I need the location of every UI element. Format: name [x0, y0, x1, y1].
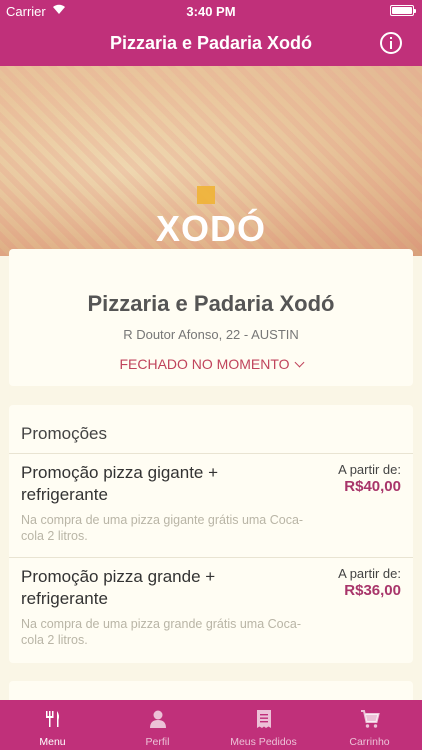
tab-label: Meus Pedidos	[230, 736, 297, 748]
promotions-heading: Promoções	[21, 424, 107, 443]
tab-menu[interactable]: Menu	[0, 700, 105, 750]
store-status-label: FECHADO NO MOMENTO	[119, 356, 290, 372]
receipt-icon	[257, 710, 271, 728]
fork-knife-icon	[46, 711, 59, 727]
promotion-name: Promoção pizza gigante + refrigerante	[21, 463, 219, 504]
tab-label: Perfil	[145, 736, 170, 748]
store-name: Pizzaria e Padaria Xodó	[87, 291, 335, 316]
promotion-price: R$40,00	[344, 478, 401, 495]
info-icon[interactable]	[380, 32, 402, 54]
logo-mark	[197, 186, 215, 204]
store-address: R Doutor Afonso, 22 - AUSTIN	[123, 327, 299, 342]
hero-banner: XODÓ	[0, 66, 422, 256]
page-title: Pizzaria e Padaria Xodó	[109, 33, 313, 53]
tab-label: Carrinho	[349, 736, 390, 748]
store-status-toggle[interactable]: FECHADO NO MOMENTO	[9, 356, 413, 372]
clock: 3:40 PM	[186, 4, 236, 19]
tab-bar: Menu Perfil Meus Pedidos Carrinho	[0, 700, 422, 750]
store-info-card: Pizzaria e Padaria Xodó R Doutor Afonso,…	[9, 249, 413, 386]
chevron-down-icon	[294, 357, 304, 368]
status-bar: Carrier 3:40 PM	[0, 0, 422, 22]
promotion-from-label: A partir de:	[338, 566, 401, 581]
tab-carrinho[interactable]: Carrinho	[317, 700, 422, 750]
promotion-name: Promoção pizza grande + refrigerante	[21, 567, 216, 608]
tab-perfil[interactable]: Perfil	[105, 700, 210, 750]
promotion-description: Na compra de uma pizza gigante grátis um…	[21, 513, 304, 543]
promotion-item[interactable]: Promoção pizza grande + refrigerante A p…	[9, 557, 413, 661]
person-icon	[150, 710, 166, 728]
promotions-card: Promoções Promoção pizza gigante + refri…	[9, 405, 413, 663]
tab-meus-pedidos[interactable]: Meus Pedidos	[211, 700, 316, 750]
tab-label: Menu	[39, 736, 66, 748]
promotion-price: R$36,00	[344, 582, 401, 599]
store-logo: XODÓ	[155, 208, 266, 249]
promotion-from-label: A partir de:	[338, 462, 401, 477]
top-bar: Carrier 3:40 PM Pizzaria e Padaria Xodó	[0, 0, 422, 66]
battery-icon	[390, 5, 416, 16]
cart-icon	[361, 710, 380, 728]
promotion-description: Na compra de uma pizza grande grátis uma…	[21, 617, 301, 647]
promotion-item[interactable]: Promoção pizza gigante + refrigerante A …	[9, 453, 413, 557]
